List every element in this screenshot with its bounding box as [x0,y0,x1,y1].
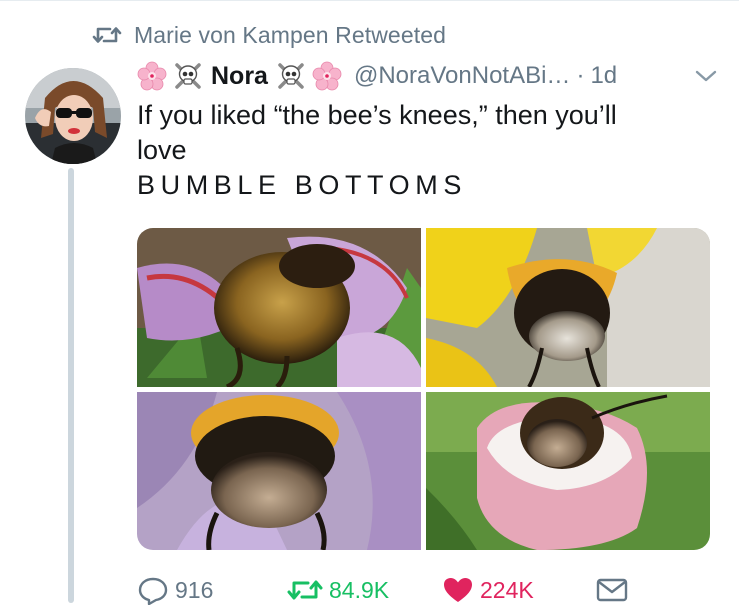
media-photo-4[interactable] [426,392,710,550]
like-count: 224K [480,576,534,603]
top-divider [0,0,739,1]
author-handle[interactable]: @NoraVonNotABi… [354,62,570,90]
skull-crossbones-icon [276,61,306,91]
tweet-header: Nora @NoraVonNotABi… · 1d [137,58,617,94]
retweet-count: 84.9K [329,576,390,603]
thread-line [68,168,74,603]
time-separator: · [576,62,585,89]
media-grid [137,228,710,550]
media-photo-2[interactable] [426,228,710,388]
reply-count: 916 [175,576,214,603]
cherry-blossom-icon [137,61,167,91]
retweet-icon [287,576,323,604]
author-avatar[interactable] [25,68,121,164]
tweet-text-line: BUMBLE BOTTOMS [137,170,467,200]
tweet-text-line: If you liked “the bee’s knees,” then you… [137,100,617,130]
tweet-text-line: love [137,135,187,165]
reply-icon [137,575,169,605]
tweet-text: If you liked “the bee’s knees,” then you… [137,98,697,203]
skull-crossbones-icon [173,61,203,91]
retweet-context[interactable]: Marie von Kampen Retweeted [92,20,446,50]
tweet-timestamp[interactable]: 1d [590,62,617,90]
heart-icon [442,575,474,605]
media-photo-1[interactable] [137,228,421,390]
author-name[interactable]: Nora [211,62,268,91]
chevron-down-icon[interactable] [694,66,718,86]
cherry-blossom-icon [312,61,342,91]
envelope-icon [595,576,629,604]
retweet-icon [92,23,122,47]
media-photo-3[interactable] [137,392,421,550]
retweet-context-text: Marie von Kampen Retweeted [134,21,446,48]
